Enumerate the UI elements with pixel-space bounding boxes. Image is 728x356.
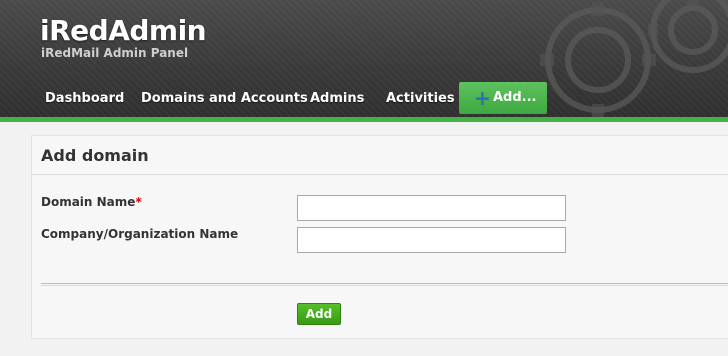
header: iRedAdmin iRedMail Admin Panel Dashboard… <box>0 0 728 118</box>
nav-item-activities[interactable]: Activities <box>386 82 455 115</box>
required-mark: * <box>135 195 142 209</box>
add-menu-button[interactable]: + Add... <box>459 82 547 114</box>
app-subtitle: iRedMail Admin Panel <box>41 46 189 60</box>
nav-item-domains-and-accounts[interactable]: Domains and Accounts <box>141 82 308 115</box>
panel-header: Add domain <box>32 136 728 175</box>
company-name-input[interactable] <box>297 227 566 253</box>
add-domain-button[interactable]: Add <box>297 303 341 325</box>
plus-icon: + <box>474 86 491 110</box>
app-title: iRedAdmin <box>40 14 207 47</box>
main-nav: Dashboard Domains and Accounts Admins Ac… <box>0 82 728 115</box>
add-menu-label: Add... <box>493 90 537 105</box>
domain-name-input[interactable] <box>297 195 566 221</box>
form-separator <box>41 283 728 286</box>
nav-item-admins[interactable]: Admins <box>310 82 364 115</box>
header-accent-bar <box>0 117 728 122</box>
company-name-label: Company/Organization Name <box>41 227 239 241</box>
nav-item-dashboard[interactable]: Dashboard <box>45 82 124 115</box>
page-title: Add domain <box>41 146 149 165</box>
domain-name-label: Domain Name* <box>41 195 142 209</box>
add-domain-panel: Add domain Domain Name* Company/Organiza… <box>31 135 728 339</box>
domain-name-label-text: Domain Name <box>41 195 136 209</box>
